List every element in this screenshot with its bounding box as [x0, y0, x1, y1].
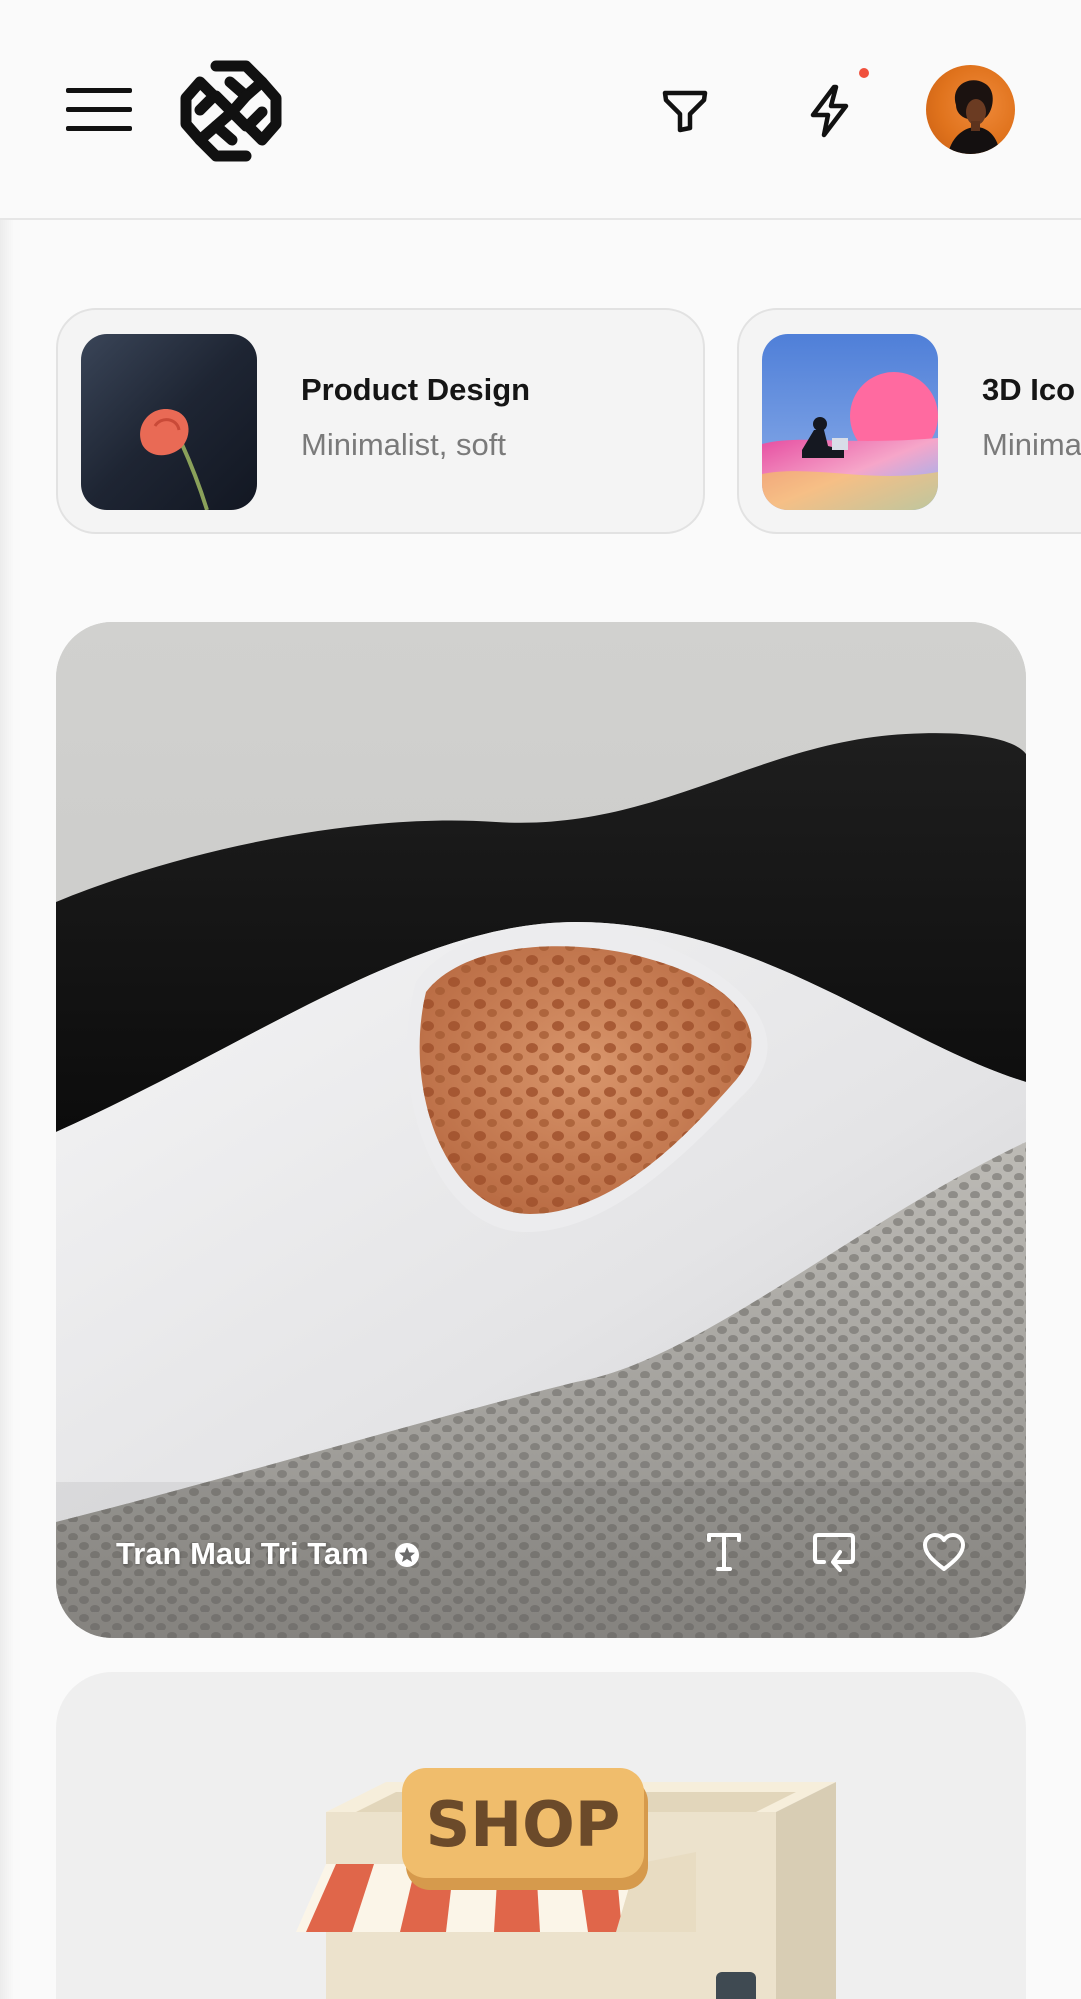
- card-footer: Tran Mau Tri Tam: [56, 1498, 1026, 1638]
- heart-icon[interactable]: [920, 1528, 968, 1576]
- poppy-flower-image: [81, 334, 257, 510]
- menu-line-icon: [66, 107, 132, 112]
- category-chip-3d-icons[interactable]: 3D Ico Minima: [737, 308, 1081, 534]
- feed-artwork-image: [56, 622, 1026, 1638]
- avatar-portrait-icon: [948, 80, 1000, 154]
- category-thumbnail: [762, 334, 938, 510]
- verified-badge-icon: [395, 1543, 419, 1567]
- app-logo-icon[interactable]: [176, 56, 286, 166]
- category-subtitle: Minima: [982, 427, 1081, 462]
- category-title: 3D Ico: [982, 372, 1076, 407]
- top-bar: [0, 0, 1081, 220]
- category-chip-product-design[interactable]: Product Design Minimalist, soft: [56, 308, 705, 534]
- activity-bolt-icon[interactable]: [804, 84, 854, 138]
- menu-button[interactable]: [66, 88, 132, 132]
- prompt-text-icon[interactable]: [700, 1528, 748, 1576]
- shop-sign-text: SHOP: [426, 1788, 621, 1861]
- feed-card[interactable]: Tran Mau Tri Tam: [56, 622, 1026, 1638]
- notification-dot: [859, 68, 869, 78]
- sunset-laptop-image: [762, 334, 938, 510]
- menu-line-icon: [66, 126, 132, 131]
- author-name[interactable]: Tran Mau Tri Tam: [116, 1536, 369, 1572]
- filter-icon[interactable]: [660, 86, 710, 136]
- app-root: Product Design Minimalist, soft 3D Ico M…: [0, 0, 1081, 1999]
- remix-icon[interactable]: [810, 1528, 858, 1576]
- user-avatar[interactable]: [926, 65, 1015, 154]
- feed-card[interactable]: SHOP: [56, 1672, 1026, 1999]
- category-thumbnail: [81, 334, 257, 510]
- menu-line-icon: [66, 88, 132, 93]
- shop-3d-image: SHOP: [296, 1768, 836, 1999]
- category-title: Product Design: [301, 372, 531, 407]
- side-drawer-edge: [0, 0, 14, 1999]
- category-subtitle: Minimalist, soft: [301, 427, 506, 462]
